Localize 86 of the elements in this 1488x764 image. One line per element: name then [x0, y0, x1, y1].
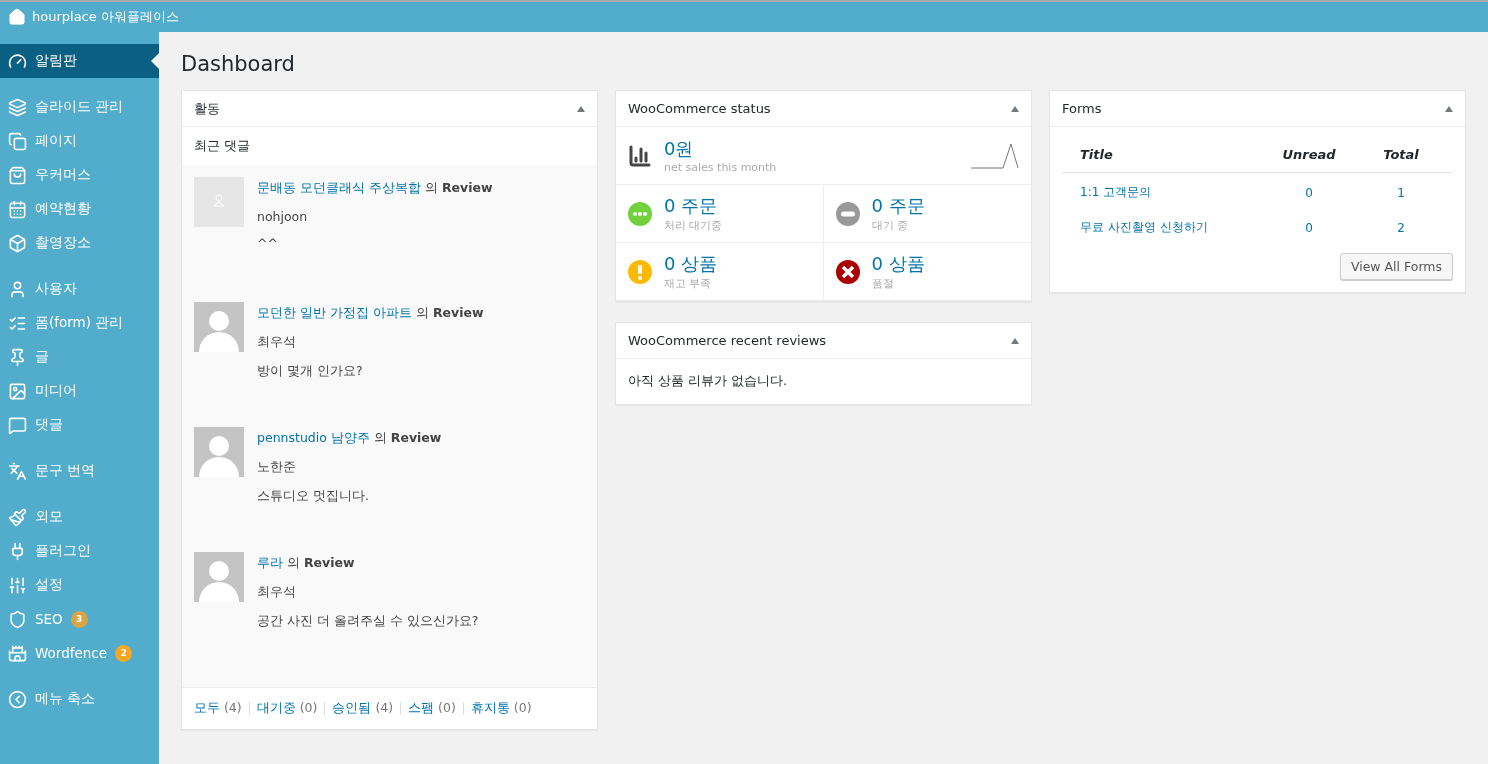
post-link[interactable]: 루라: [257, 555, 283, 570]
filter-link[interactable]: 스팸 (0): [408, 700, 456, 717]
avatar-silhouette: [194, 427, 244, 477]
status-caption: 대기 중: [871, 218, 909, 233]
menu-item[interactable]: 알림판: [0, 44, 159, 78]
sales-amount[interactable]: 0원: [664, 137, 959, 161]
translate-icon: [8, 461, 27, 481]
comment-text: 공간 사진 더 올려주실 수 있으신가요?: [257, 613, 479, 630]
status-caption: 재고 부족: [664, 276, 713, 291]
bar-chart-icon: [628, 143, 652, 168]
paintbrush-icon: [8, 507, 27, 527]
count-link[interactable]: 1: [1355, 185, 1447, 200]
castle-icon: [8, 643, 27, 663]
post-link[interactable]: pennstudio 남양주: [257, 430, 370, 445]
column-header: Total: [1382, 147, 1420, 162]
collapse-triangle-icon[interactable]: [577, 105, 585, 112]
count-link[interactable]: 0: [1263, 220, 1355, 235]
filter-link[interactable]: 승인됨 (4): [332, 700, 394, 717]
avatar-silhouette: [194, 302, 244, 352]
sparkline: [971, 142, 1019, 169]
filter-link[interactable]: 대기중 (0): [256, 700, 318, 717]
shield-icon: [8, 609, 27, 629]
comment-text: ^^: [257, 236, 279, 251]
empty-message: 아직 상품 리뷰가 없습니다.: [627, 372, 788, 390]
panel-title: WooCommerce recent reviews: [628, 333, 827, 348]
status-count: 0 상품: [871, 252, 925, 276]
collapse-icon: [8, 689, 27, 709]
section-heading: 최근 댓글: [182, 127, 597, 165]
count-badge: 2: [115, 644, 133, 662]
image-icon: [8, 381, 27, 401]
collapse-triangle-icon[interactable]: [1011, 105, 1019, 112]
form-link[interactable]: 1:1 고객문의: [1080, 184, 1263, 201]
box-icon: [8, 233, 27, 253]
status-count: 0 상품: [664, 252, 718, 276]
status-caption: 처리 대기중: [664, 218, 723, 233]
minus-circle-icon: [835, 201, 860, 226]
status-caption: 품절: [871, 276, 895, 291]
avatar-placeholder: [194, 177, 244, 227]
exclamation-circle-icon: [628, 259, 652, 284]
status-cell[interactable]: 0 주문 대기 중: [823, 185, 1031, 243]
avatar-silhouette: [194, 552, 244, 602]
pin-icon: [8, 347, 27, 367]
comment-author: 최우석: [257, 584, 297, 601]
status-cell[interactable]: 0 주문 처리 대기중: [616, 185, 824, 243]
column-header: Title: [1080, 147, 1114, 162]
panel-title: WooCommerce status: [628, 101, 771, 116]
comment-author: nohjoon: [257, 209, 309, 224]
count-badge: 3: [70, 610, 88, 628]
status-count: 0 주문: [664, 194, 719, 218]
view-all-forms-button[interactable]: View All Forms: [1339, 253, 1453, 280]
count-link[interactable]: 0: [1263, 185, 1355, 200]
panel-title: Forms: [1062, 101, 1102, 116]
calendar-icon: [8, 199, 27, 219]
pages-icon: [8, 131, 27, 151]
x-circle-icon: [835, 259, 860, 284]
gauge-icon: [8, 51, 27, 71]
status-count: 0 주문: [871, 194, 925, 218]
status-cell[interactable]: 0 상품 품절: [823, 243, 1031, 301]
comment-heading: 모던한 일반 가정집 아파트 의 Review: [257, 305, 484, 322]
filter-link[interactable]: 휴지통 (0): [470, 700, 532, 717]
status-cell[interactable]: 0 상품 재고 부족: [616, 243, 824, 301]
home-icon[interactable]: [8, 8, 26, 26]
collapse-triangle-icon[interactable]: [1011, 337, 1019, 344]
post-link[interactable]: 문배동 모던클래식 주상복합: [257, 180, 421, 195]
comment-author: 노한준: [257, 459, 297, 476]
comment-heading: 루라 의 Review: [257, 555, 356, 572]
ellipsis-circle-icon: [628, 201, 652, 226]
user-icon: [8, 279, 27, 299]
page-title: Dashboard: [181, 52, 296, 76]
sales-caption: net sales this month: [664, 161, 778, 174]
comment-heading: 문배동 모던클래식 주상복합 의 Review: [257, 180, 493, 197]
comment-text: 방이 몇개 인가요?: [257, 363, 364, 380]
filter-link[interactable]: 모두 (4): [194, 700, 242, 717]
comment-author: 최우석: [257, 334, 297, 351]
sliders-icon: [8, 575, 27, 595]
speech-bubble-icon: [8, 415, 27, 435]
layers-icon: [8, 97, 27, 117]
count-link[interactable]: 2: [1355, 220, 1447, 235]
shopping-bag-icon: [8, 165, 27, 185]
post-link[interactable]: 모던한 일반 가정집 아파트: [257, 305, 412, 320]
comment-text: 스튜디오 멋집니다.: [257, 488, 370, 505]
comment-heading: pennstudio 남양주 의 Review: [257, 430, 442, 447]
column-header: Unread: [1281, 147, 1337, 162]
panel-title: 활동: [194, 99, 220, 118]
form-link[interactable]: 무료 사진촬영 신청하기: [1080, 219, 1263, 236]
collapse-triangle-icon[interactable]: [1445, 105, 1453, 112]
